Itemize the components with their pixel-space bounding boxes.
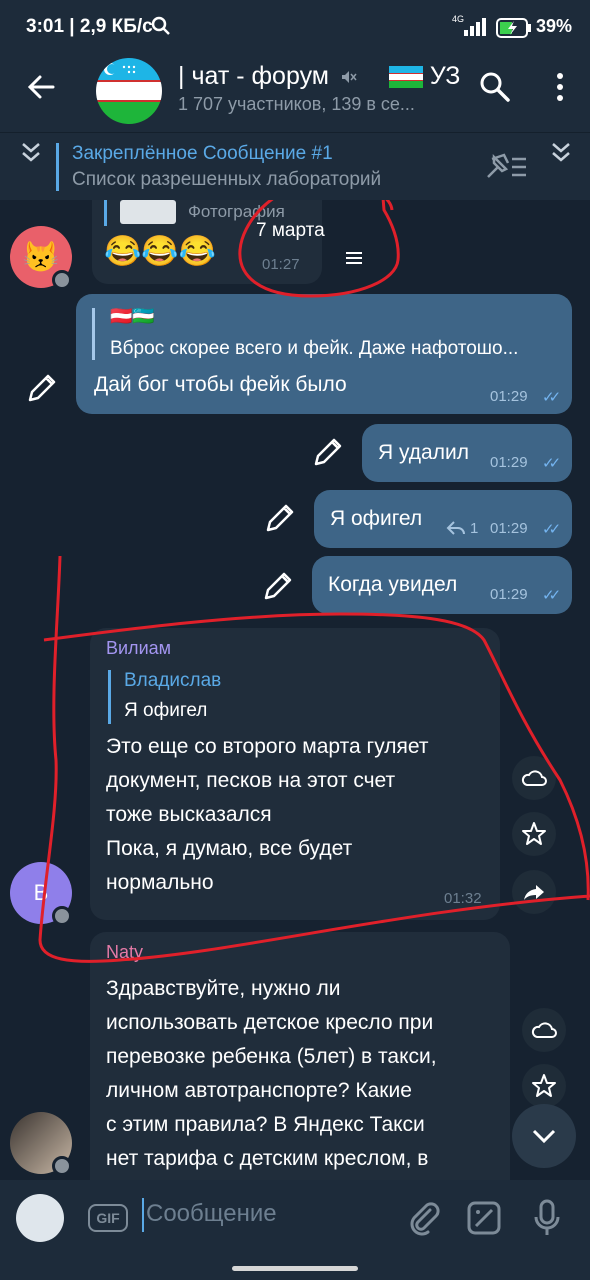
group-avatar[interactable]	[96, 58, 162, 124]
pinned-text: Список разрешенных лабораторий	[72, 169, 382, 190]
collapse-chevron-icon[interactable]	[20, 141, 42, 163]
status-bar: 3:01 | 2,9 КБ/с 4G 39%	[0, 0, 590, 56]
chat-title[interactable]: | чат - форум УЗ	[178, 62, 460, 91]
home-indicator	[232, 1266, 358, 1271]
message-input[interactable]: Сообщение	[146, 1200, 277, 1228]
pinned-message-bar[interactable]: Закреплённое Сообщение #1 Список разреше…	[0, 132, 590, 201]
expand-chevron-icon[interactable]	[550, 141, 572, 163]
more-menu-icon[interactable]	[550, 70, 570, 104]
chat-subtitle: 1 707 участников, 139 в се...	[178, 94, 415, 114]
message-list[interactable]: 😾 Фотография 😂😂😂 01:27 7 марта 🇦🇹🇺🇿 Вбро…	[0, 200, 590, 1180]
annotation-circle	[238, 200, 400, 298]
message-input-bar: GIF Сообщение	[0, 1180, 590, 1280]
sender-avatar[interactable]	[16, 1194, 64, 1242]
muted-icon	[341, 71, 357, 84]
attach-icon[interactable]	[406, 1200, 440, 1236]
annotation-overlay	[38, 200, 590, 963]
uzbekistan-flag-icon	[388, 66, 423, 89]
back-arrow-icon[interactable]	[26, 72, 56, 102]
microphone-icon[interactable]	[532, 1198, 562, 1238]
pin-list-icon[interactable]	[484, 151, 528, 181]
chat-header: | чат - форум УЗ 1 707 участников, 139 в…	[0, 56, 590, 132]
battery-icon	[496, 18, 531, 38]
search-icon[interactable]	[478, 70, 512, 104]
sticker-emoji-icon[interactable]	[466, 1200, 502, 1236]
pinned-title: Закреплённое Сообщение #1	[72, 143, 333, 164]
search-status-icon	[151, 16, 170, 35]
status-time: 3:01 | 2,9 КБ/с	[26, 16, 153, 37]
annotation-box	[38, 555, 590, 963]
signal-icon	[464, 18, 486, 36]
battery-level: 39%	[535, 16, 572, 36]
pinned-indicator	[56, 143, 59, 191]
gif-button[interactable]: GIF	[88, 1204, 128, 1232]
text-cursor	[142, 1198, 144, 1232]
